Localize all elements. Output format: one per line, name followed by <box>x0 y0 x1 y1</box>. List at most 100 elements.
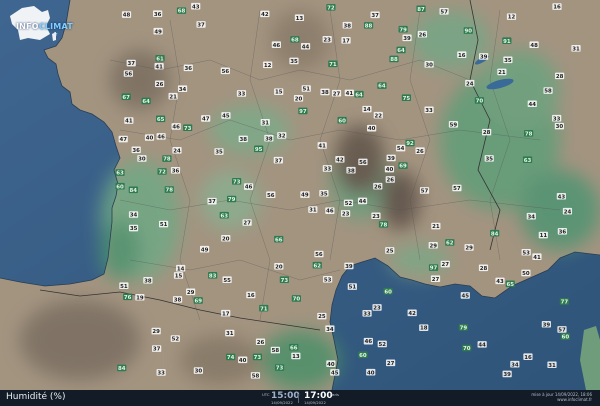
station-value[interactable]: 36 <box>183 64 193 72</box>
station-value[interactable]: 56 <box>266 191 276 199</box>
station-value[interactable]: 90 <box>463 27 473 35</box>
station-value[interactable]: 84 <box>490 229 500 237</box>
station-value[interactable]: 60 <box>560 333 570 341</box>
station-value[interactable]: 68 <box>290 36 300 43</box>
station-value[interactable]: 39 <box>541 320 551 328</box>
station-value[interactable]: 66 <box>289 343 299 351</box>
station-value[interactable]: 32 <box>277 132 287 140</box>
station-value[interactable]: 35 <box>289 57 299 65</box>
station-value[interactable]: 37 <box>126 59 136 67</box>
station-value[interactable]: 12 <box>506 13 517 21</box>
station-value[interactable]: 45 <box>221 112 231 120</box>
station-value[interactable]: 43 <box>556 192 566 200</box>
station-value[interactable]: 41 <box>344 89 354 97</box>
station-value[interactable]: 31 <box>260 119 270 126</box>
station-value[interactable]: 58 <box>270 346 280 354</box>
station-value[interactable]: 37 <box>370 11 380 19</box>
station-value[interactable]: 34 <box>128 211 139 219</box>
station-value[interactable]: 43 <box>191 2 201 10</box>
station-value[interactable]: 26 <box>373 182 383 190</box>
station-value[interactable]: 76 <box>123 293 133 301</box>
station-value[interactable]: 73 <box>252 353 263 361</box>
station-value[interactable]: 57 <box>452 184 462 192</box>
station-value[interactable]: 62 <box>312 261 322 269</box>
station-value[interactable]: 20 <box>221 234 231 242</box>
station-value[interactable]: 88 <box>363 22 374 29</box>
station-value[interactable]: 35 <box>319 189 329 197</box>
station-value[interactable]: 39 <box>502 370 512 378</box>
station-value[interactable]: 17 <box>221 309 231 317</box>
station-value[interactable]: 12 <box>263 61 273 69</box>
station-value[interactable]: 37 <box>207 197 217 205</box>
station-value[interactable]: 46 <box>171 123 181 130</box>
station-value[interactable]: 53 <box>323 275 333 283</box>
station-value[interactable]: 28 <box>478 264 489 272</box>
infoclimat-logo[interactable]: INFOCLIMAT .fr <box>4 4 73 44</box>
station-value[interactable]: 78 <box>378 221 389 228</box>
station-value[interactable]: 60 <box>383 287 393 295</box>
station-value[interactable]: 29 <box>151 327 161 335</box>
station-value[interactable]: 23 <box>371 212 381 220</box>
station-value[interactable]: 15 <box>173 272 184 280</box>
station-value[interactable]: 14 <box>362 105 372 113</box>
station-value[interactable]: 41 <box>317 142 327 150</box>
station-value[interactable]: 59 <box>448 120 459 128</box>
station-value[interactable]: 91 <box>502 37 512 45</box>
humidity-map[interactable]: 23 21 35 29 39 16 26 41 30 26 37 31 36 28 31 33 30 38 40 29… <box>0 0 600 390</box>
station-value[interactable]: 63 <box>115 169 125 177</box>
station-value[interactable]: 26 <box>415 147 425 155</box>
station-value[interactable]: 33 <box>362 309 372 317</box>
station-value[interactable]: 37 <box>273 156 283 164</box>
station-value[interactable]: 49 <box>153 27 163 35</box>
station-value[interactable]: 26 <box>385 176 395 184</box>
station-value[interactable]: 41 <box>532 253 542 261</box>
station-value[interactable]: 60 <box>337 116 347 124</box>
station-value[interactable]: 19 <box>135 293 145 301</box>
station-value[interactable]: 26 <box>155 80 165 88</box>
station-value[interactable]: 44 <box>357 197 368 205</box>
station-value[interactable]: 36 <box>170 166 181 174</box>
station-value[interactable]: 27 <box>440 260 450 268</box>
station-value[interactable]: 78 <box>164 186 174 194</box>
station-value[interactable]: 20 <box>293 94 304 102</box>
station-value[interactable]: 33 <box>424 106 434 114</box>
station-value[interactable]: 43 <box>495 277 505 285</box>
station-value[interactable]: 84 <box>128 186 138 194</box>
station-value[interactable]: 35 <box>503 56 513 64</box>
station-value[interactable]: 33 <box>236 90 247 98</box>
station-value[interactable]: 83 <box>208 271 218 279</box>
station-value[interactable]: 35 <box>484 155 494 162</box>
station-value[interactable]: 42 <box>260 10 270 18</box>
station-value[interactable]: 22 <box>373 111 383 119</box>
station-value[interactable]: 57 <box>557 326 567 333</box>
station-value[interactable]: 13 <box>291 352 301 360</box>
station-value[interactable]: 44 <box>527 100 537 108</box>
station-value[interactable]: 36 <box>153 10 163 18</box>
station-value[interactable]: 31 <box>308 206 318 214</box>
station-value[interactable]: 79 <box>227 195 237 203</box>
station-value[interactable]: 13 <box>294 14 305 22</box>
station-value[interactable]: 52 <box>170 335 180 343</box>
station-value[interactable]: 27 <box>242 219 252 227</box>
station-value[interactable]: 16 <box>523 353 533 361</box>
station-value[interactable]: 75 <box>401 94 412 102</box>
station-value[interactable]: 40 <box>384 165 395 173</box>
station-value[interactable]: 52 <box>377 340 387 348</box>
station-value[interactable]: 38 <box>342 21 352 29</box>
station-value[interactable]: 48 <box>121 11 132 19</box>
station-value[interactable]: 73 <box>183 124 193 132</box>
station-value[interactable]: 34 <box>510 360 520 368</box>
station-value[interactable]: 27 <box>386 359 396 367</box>
station-value[interactable]: 51 <box>158 220 169 228</box>
station-value[interactable]: 46 <box>271 41 281 49</box>
station-value[interactable]: 84 <box>117 364 127 372</box>
station-value[interactable]: 65 <box>156 115 166 123</box>
station-value[interactable]: 54 <box>396 144 406 152</box>
station-value[interactable]: 24 <box>172 146 182 154</box>
station-value[interactable]: 61 <box>155 54 165 62</box>
station-value[interactable]: 97 <box>428 264 439 272</box>
station-value[interactable]: 39 <box>479 53 489 61</box>
station-value[interactable]: 40 <box>326 360 336 368</box>
station-value[interactable]: 31 <box>547 361 557 369</box>
station-value[interactable]: 42 <box>407 309 417 317</box>
